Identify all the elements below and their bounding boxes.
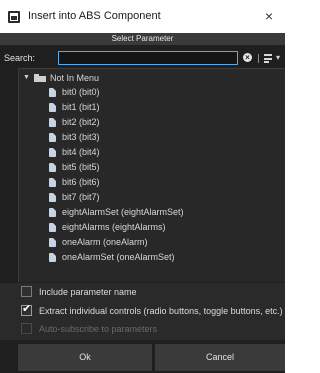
- file-icon: [49, 253, 56, 262]
- parameter-tree[interactable]: ▼ Not In Menu bit0 (bit0) bit1 (bit1) bit2…: [18, 68, 285, 282]
- dialog-window: Insert into ABS Component × Select Param…: [0, 0, 285, 373]
- title-bar: Insert into ABS Component ×: [0, 0, 285, 33]
- tree-item-label: bit3 (bit3): [62, 132, 100, 142]
- file-icon: [49, 208, 56, 217]
- ok-button[interactable]: Ok: [18, 344, 152, 371]
- section-header: Select Parameter: [0, 33, 285, 45]
- sort-lines-icon[interactable]: [264, 54, 272, 63]
- tree-item-label: bit0 (bit0): [62, 87, 100, 97]
- tree-item-label: bit7 (bit7): [62, 192, 100, 202]
- tree-item-label: bit5 (bit5): [62, 162, 100, 172]
- options-panel: Include parameter name ✔ Extract individ…: [0, 283, 285, 340]
- folder-icon: [34, 74, 46, 82]
- search-row: Search: × ▾: [0, 49, 285, 69]
- file-icon: [49, 118, 56, 127]
- file-icon: [49, 133, 56, 142]
- tree-item-label: bit4 (bit4): [62, 147, 100, 157]
- option-auto-subscribe: Auto-subscribe to parameters: [0, 320, 285, 338]
- clear-circle-icon[interactable]: ×: [243, 53, 252, 62]
- tree-item-label: oneAlarm (oneAlarm): [62, 237, 148, 247]
- search-label: Search:: [4, 53, 36, 63]
- option-label: Extract individual controls (radio butto…: [39, 306, 283, 316]
- option-extract-individual-controls[interactable]: ✔ Extract individual controls (radio but…: [0, 302, 285, 320]
- file-icon: [49, 88, 56, 97]
- tree-item-label: bit6 (bit6): [62, 177, 100, 187]
- file-icon: [49, 238, 56, 247]
- tree-item-label: bit1 (bit1): [62, 102, 100, 112]
- button-bar: Ok Cancel: [0, 342, 285, 373]
- close-button[interactable]: ×: [259, 7, 279, 25]
- extract-controls-checkbox[interactable]: ✔: [21, 303, 32, 316]
- filter-icon[interactable]: ▾: [276, 53, 280, 62]
- include-parameter-name-checkbox[interactable]: [21, 286, 32, 297]
- option-label: Auto-subscribe to parameters: [39, 324, 158, 334]
- tree-item-label: eightAlarms (eightAlarms): [62, 222, 166, 232]
- file-icon: [49, 163, 56, 172]
- file-icon: [49, 223, 56, 232]
- option-include-parameter-name[interactable]: Include parameter name: [0, 283, 285, 301]
- cancel-button[interactable]: Cancel: [155, 344, 285, 371]
- caret-down-icon[interactable]: ▼: [23, 74, 30, 81]
- tree-item-label: eightAlarmSet (eightAlarmSet): [62, 207, 184, 217]
- file-icon: [49, 148, 56, 157]
- tree-item-label: bit2 (bit2): [62, 117, 100, 127]
- file-icon: [49, 178, 56, 187]
- window-title: Insert into ABS Component: [28, 10, 161, 22]
- toolbar-divider: [258, 54, 259, 63]
- checkmark-icon: ✔: [22, 303, 32, 315]
- file-icon: [49, 193, 56, 202]
- file-icon: [49, 103, 56, 112]
- option-label: Include parameter name: [39, 287, 137, 297]
- app-window-icon: [8, 11, 20, 23]
- tree-root-label: Not In Menu: [50, 73, 100, 83]
- tree-item-label: oneAlarmSet (oneAlarmSet): [62, 252, 175, 262]
- auto-subscribe-checkbox: [21, 323, 32, 334]
- search-input[interactable]: [58, 51, 238, 65]
